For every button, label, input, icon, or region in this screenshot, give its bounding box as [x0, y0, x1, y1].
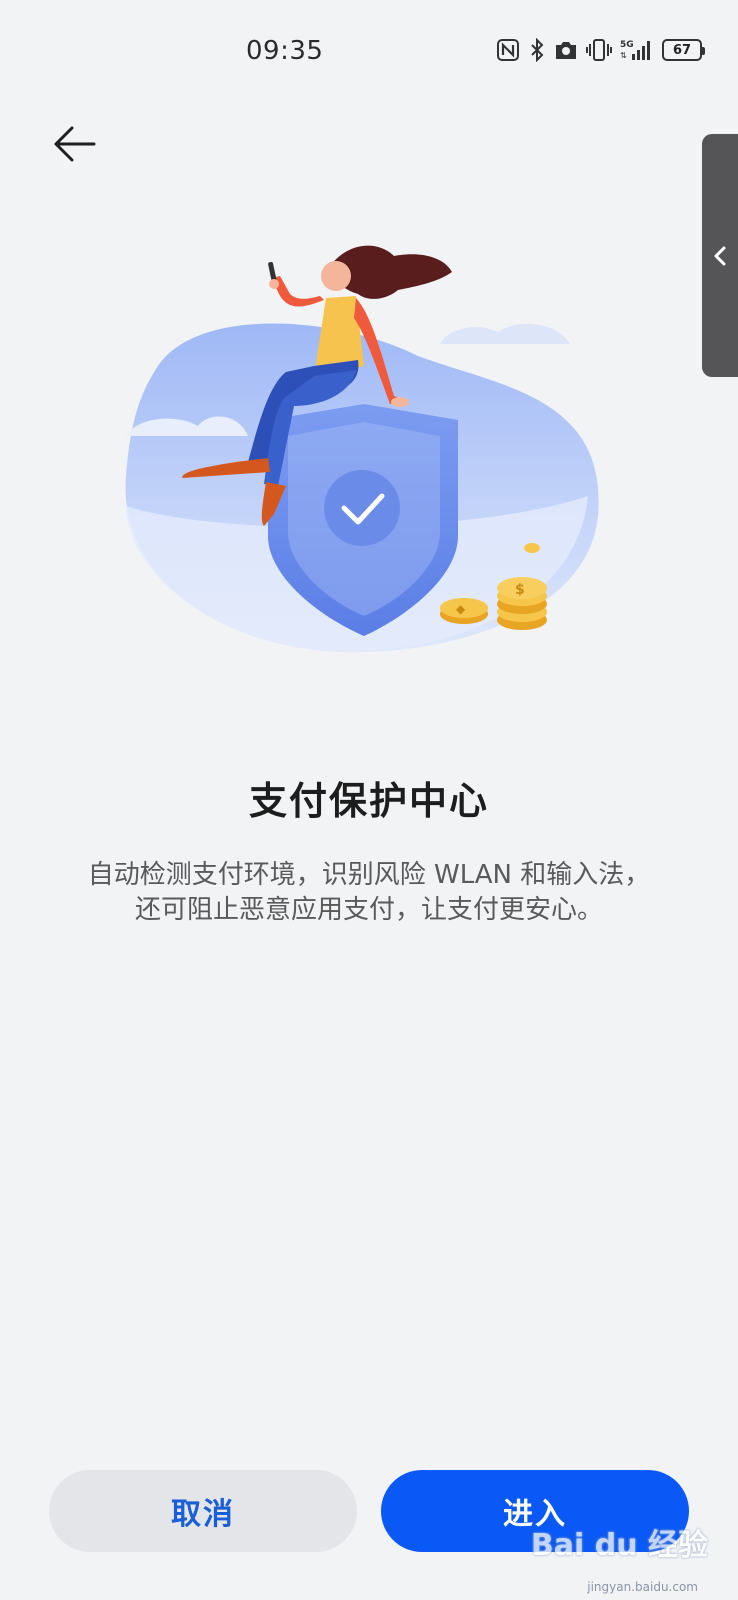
svg-text:5G: 5G	[620, 40, 634, 50]
camera-icon	[554, 39, 578, 61]
screen: 09:35 5G ⇅ 67 ◆ $ 支付保护中心 自动检测支付环境，识别风险 W…	[0, 0, 738, 1600]
signal-5g-icon: 5G ⇅	[620, 38, 654, 62]
bluetooth-icon	[528, 38, 546, 62]
side-panel-handle[interactable]	[702, 134, 738, 377]
status-icons: 5G ⇅ 67	[496, 38, 705, 62]
battery-level: 67	[672, 42, 692, 58]
back-button[interactable]	[44, 114, 104, 174]
cancel-button[interactable]: 取消	[49, 1470, 357, 1552]
chevron-left-icon	[714, 246, 726, 265]
svg-text:⇅: ⇅	[620, 51, 627, 60]
battery-icon: 67	[662, 39, 705, 61]
baidu-watermark: Bai du 经验	[531, 1520, 708, 1564]
svg-text:$: $	[515, 582, 525, 598]
description-line-1: 自动检测支付环境，识别风险 WLAN 和输入法，	[87, 860, 651, 890]
nfc-icon	[496, 38, 520, 62]
arrow-left-icon	[54, 126, 96, 162]
payment-protection-illustration: ◆ $	[118, 236, 618, 676]
status-time: 09:35	[246, 36, 324, 66]
watermark-sub: jingyan.baidu.com	[587, 1580, 698, 1594]
description-line-2: 还可阻止恶意应用支付，让支付更安心。	[134, 895, 603, 925]
svg-text:◆: ◆	[456, 602, 466, 616]
page-title: 支付保护中心	[248, 779, 489, 823]
vibrate-icon	[586, 38, 612, 62]
page-description: 自动检测支付环境，识别风险 WLAN 和输入法， 还可阻止恶意应用支付，让支付更…	[40, 858, 698, 928]
watermark-text: Bai du 经验	[530, 1528, 708, 1563]
status-bar: 09:35 5G ⇅ 67	[0, 0, 738, 110]
